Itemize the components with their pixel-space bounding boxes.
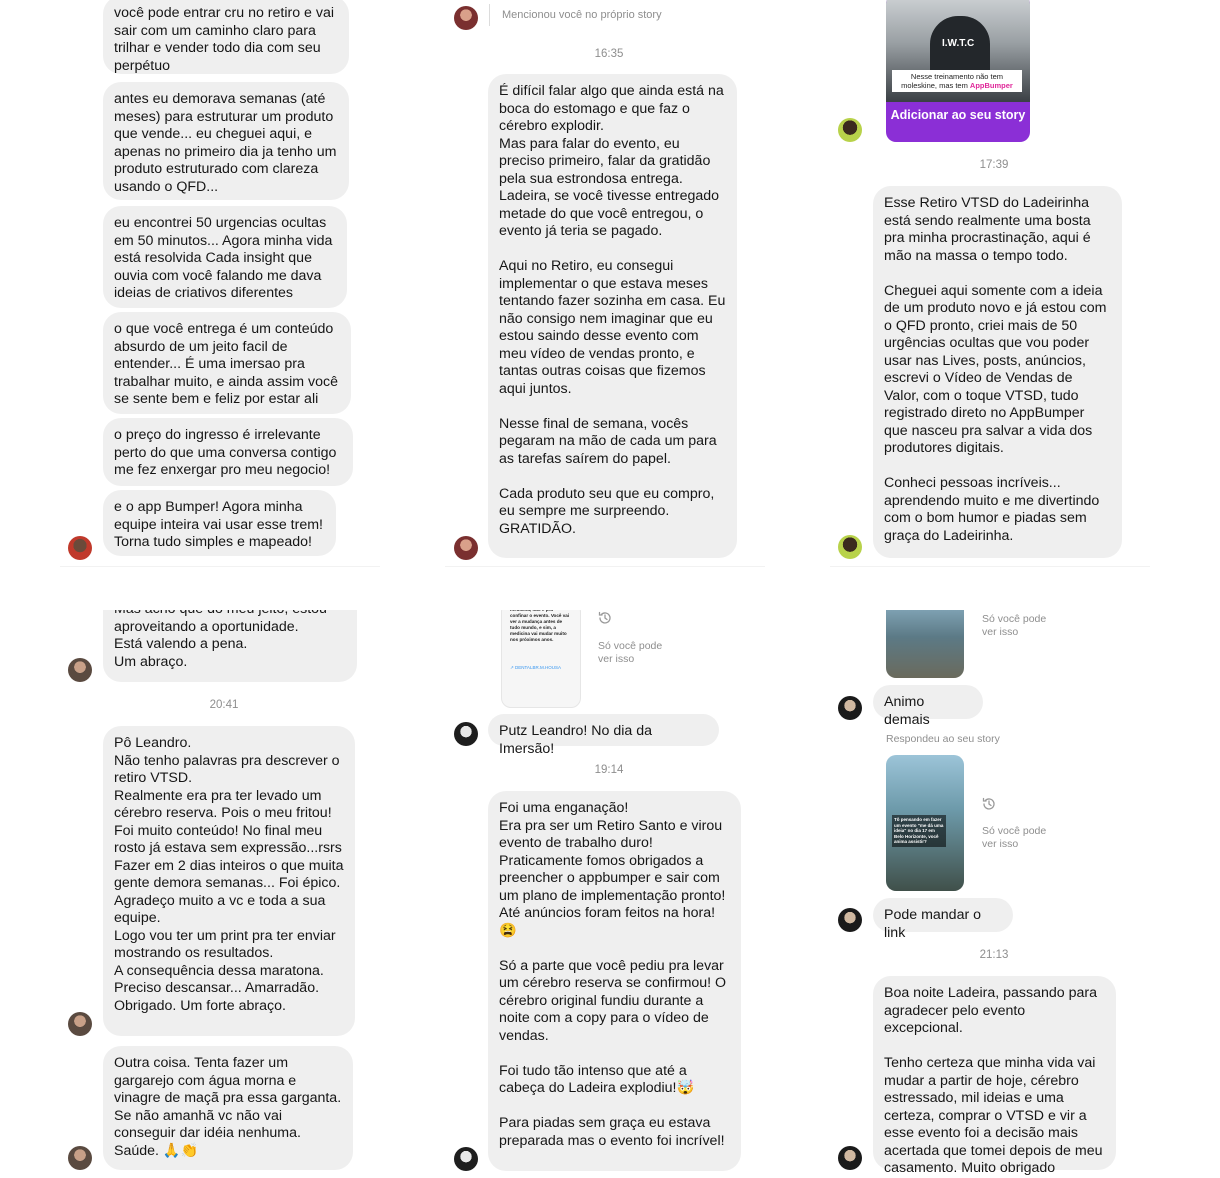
message-bubble: Pô Leandro. Não tenho palavras pra descr… (103, 726, 355, 1036)
message-bubble: Mas acho que do meu jeito, estou aprovei… (103, 610, 357, 682)
timestamp: 19:14 (594, 764, 624, 776)
avatar (454, 722, 478, 746)
chat-panel-4: Mas acho que do meu jeito, estou aprovei… (60, 610, 380, 1178)
message-bubble: Boa noite Ladeira, passando para agradec… (873, 976, 1116, 1176)
story-text: medicina, não é pra confinar o evento. V… (510, 610, 570, 642)
message-bubble: Pode mandar o link (873, 898, 1013, 941)
message-bubble: Animo demais (873, 685, 983, 728)
story-reply-bar (489, 4, 490, 26)
chat-panel-5: medicina, não é pra confinar o evento. V… (445, 610, 765, 1178)
message-bubble: e o app Bumper! Agora minha equipe intei… (103, 490, 336, 556)
avatar (454, 536, 478, 560)
expired-icon (597, 610, 613, 626)
avatar (838, 696, 862, 720)
story-preview[interactable]: Tô pensando em fazer um evento "me dá um… (886, 755, 964, 891)
message-bubble: eu encontrei 50 urgencias ocultas em 50 … (103, 206, 347, 308)
avatar (68, 658, 92, 682)
message-bubble: Outra coisa. Tenta fazer um gargarejo co… (103, 1046, 353, 1170)
story-text: Tô pensando em fazer um evento "me dá um… (892, 815, 946, 847)
only-you-note: Só você pode ver isso (982, 613, 1047, 638)
only-you-note: Só você pode ver isso (982, 825, 1047, 850)
message-bubble: É difícil falar algo que ainda está na b… (488, 74, 737, 558)
story-link: ↗ DENTALBR.M.HOUSA (510, 665, 561, 670)
message-bubble: Esse Retiro VTSD do Ladeirinha está send… (873, 186, 1122, 558)
chat-panel-6: Só você pode ver isso Animo demais Respo… (830, 610, 1150, 1178)
avatar (838, 908, 862, 932)
story-preview[interactable]: medicina, não é pra confinar o evento. V… (501, 610, 581, 708)
add-to-story-button[interactable]: Adicionar ao seu story (886, 108, 1030, 122)
divider (60, 566, 380, 567)
avatar (838, 118, 862, 142)
avatar (454, 1147, 478, 1171)
message-bubble: Putz Leandro! No dia da Imersão! (488, 714, 719, 757)
story-caption: Nesse treinamento não tem moleskine, mas… (892, 70, 1022, 92)
timestamp: 21:13 (979, 949, 1009, 961)
divider (830, 566, 1150, 567)
story-reply-label: Respondeu ao seu story (886, 733, 1000, 745)
avatar (838, 1146, 862, 1170)
story-preview[interactable]: I.W.T.C Nesse treinamento não tem molesk… (886, 0, 1030, 142)
chat-panel-1: você pode entrar cru no retiro e vai sai… (60, 0, 380, 568)
timestamp: 16:35 (594, 48, 624, 60)
avatar (68, 1012, 92, 1036)
story-preview[interactable] (886, 610, 964, 678)
avatar (68, 536, 92, 560)
divider (445, 566, 765, 567)
message-bubble: Foi uma enganação! Era pra ser um Retiro… (488, 791, 741, 1171)
avatar (454, 6, 478, 30)
message-bubble: o preço do ingresso é irrelevante perto … (103, 418, 353, 486)
message-bubble: você pode entrar cru no retiro e vai sai… (103, 0, 349, 74)
expired-icon (981, 796, 997, 812)
only-you-note: Só você pode ver isso (598, 640, 663, 665)
message-bubble: o que você entrega é um conteúdo absurdo… (103, 312, 351, 414)
story-mention-label: Mencionou você no próprio story (502, 9, 662, 21)
avatar (838, 535, 862, 559)
chat-panel-3: I.W.T.C Nesse treinamento não tem molesk… (830, 0, 1150, 568)
avatar (68, 1146, 92, 1170)
message-bubble: antes eu demorava semanas (até meses) pa… (103, 82, 349, 200)
chat-panel-2: Mencionou você no próprio story 16:35 É … (445, 0, 765, 568)
timestamp: 20:41 (209, 699, 239, 711)
story-shirt-text: I.W.T.C (942, 38, 975, 49)
timestamp: 17:39 (979, 159, 1009, 171)
